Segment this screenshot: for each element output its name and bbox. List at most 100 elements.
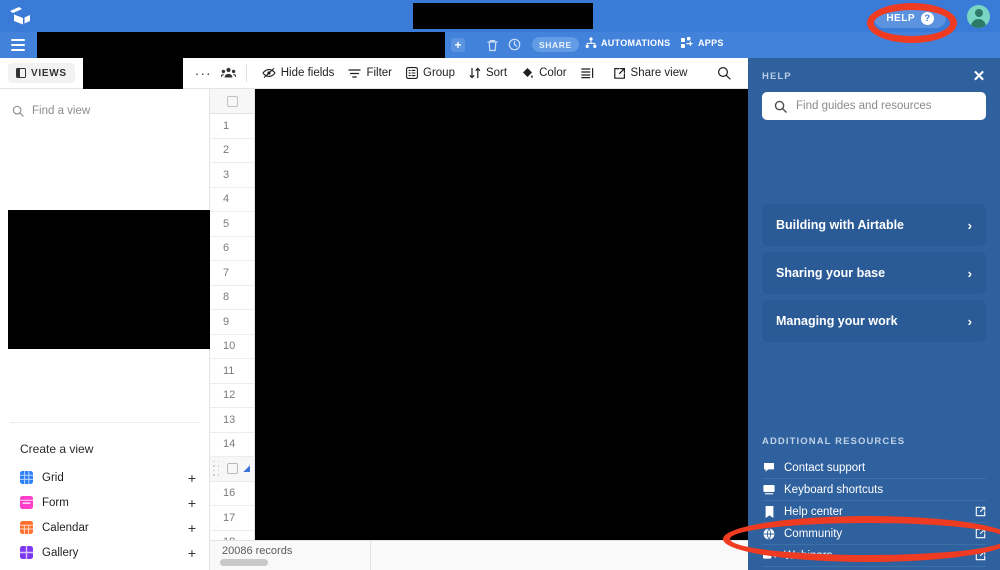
table-row-hovered[interactable] xyxy=(210,457,255,482)
table-row[interactable]: 10 xyxy=(210,334,255,359)
create-view-kanban[interactable]: Kanban + xyxy=(0,565,210,570)
views-sidebar: Find a view Create a view Grid + Form + xyxy=(0,89,210,570)
help-search-placeholder: Find guides and resources xyxy=(796,100,932,112)
row-checkbox[interactable] xyxy=(227,463,238,475)
row-number: 10 xyxy=(223,340,236,353)
table-row[interactable]: 11 xyxy=(210,359,255,384)
avatar-head xyxy=(974,9,983,17)
table-row[interactable]: 17 xyxy=(210,506,255,531)
row-number: 8 xyxy=(223,291,230,304)
table-row[interactable]: 9 xyxy=(210,310,255,335)
row-number: 5 xyxy=(223,217,230,230)
filter-button[interactable]: Filter xyxy=(341,62,399,84)
share-view-icon xyxy=(613,67,625,79)
sort-button[interactable]: Sort xyxy=(462,62,514,84)
help-resource-contact-support[interactable]: Contact support xyxy=(762,457,986,479)
find-view-input[interactable]: Find a view xyxy=(0,97,209,125)
row-number: 2 xyxy=(223,144,230,157)
find-view-placeholder: Find a view xyxy=(32,105,91,117)
filter-label: Filter xyxy=(366,67,392,79)
help-resource-label: Webinars xyxy=(784,549,833,562)
external-link-icon xyxy=(974,550,986,561)
table-row[interactable]: 12 xyxy=(210,383,255,408)
create-view-calendar[interactable]: Calendar + xyxy=(0,515,210,540)
close-icon[interactable]: ✕ xyxy=(970,67,988,85)
table-row[interactable]: 7 xyxy=(210,261,255,286)
search-icon xyxy=(774,100,787,113)
add-gallery-view-button[interactable]: + xyxy=(188,546,196,560)
table-row[interactable]: 1 xyxy=(210,114,255,139)
help-resource-help-center[interactable]: Help center xyxy=(762,501,986,523)
table-row[interactable]: 2 xyxy=(210,138,255,163)
add-form-view-button[interactable]: + xyxy=(188,496,196,510)
drag-handle-icon[interactable] xyxy=(213,460,222,477)
row-number: 16 xyxy=(223,487,236,500)
apps-button[interactable]: APPS xyxy=(681,37,724,49)
select-all-checkbox[interactable] xyxy=(210,89,255,114)
help-resource-label: Community xyxy=(784,527,843,540)
group-button[interactable]: Group xyxy=(399,62,462,84)
color-button[interactable]: Color xyxy=(514,62,573,84)
table-row[interactable]: 14 xyxy=(210,432,255,457)
views-panel-icon xyxy=(16,68,26,78)
airtable-logo-icon[interactable] xyxy=(8,5,32,27)
avatar-body xyxy=(971,19,986,28)
view-toolbar: VIEWS ··· Hide fields Filter Group Sort … xyxy=(0,57,748,89)
history-clock-icon[interactable] xyxy=(508,38,521,51)
group-label: Group xyxy=(423,67,455,79)
row-number: 4 xyxy=(223,193,230,206)
expand-record-icon[interactable] xyxy=(243,465,250,473)
help-resource-webinars[interactable]: Webinars xyxy=(762,545,986,567)
row-height-button[interactable] xyxy=(574,62,606,84)
collaborators-icon[interactable] xyxy=(220,64,238,82)
table-row[interactable]: 6 xyxy=(210,236,255,261)
help-search-input[interactable]: Find guides and resources xyxy=(762,92,986,120)
grid-footer: 20086 records xyxy=(210,540,748,570)
automations-button[interactable]: AUTOMATIONS xyxy=(585,37,670,49)
help-resource-community[interactable]: Community xyxy=(762,523,986,545)
table-row[interactable]: 4 xyxy=(210,187,255,212)
hamburger-menu-icon[interactable] xyxy=(11,39,25,51)
filter-icon xyxy=(348,68,362,78)
help-resource-keyboard-shortcuts[interactable]: Keyboard shortcuts xyxy=(762,479,986,501)
automations-label: AUTOMATIONS xyxy=(601,38,671,48)
create-view-form[interactable]: Form + xyxy=(0,490,210,515)
add-grid-view-button[interactable]: + xyxy=(188,471,196,485)
help-card-label: Building with Airtable xyxy=(776,218,905,232)
table-row[interactable]: 13 xyxy=(210,408,255,433)
help-button-label: HELP xyxy=(886,12,915,24)
add-table-button[interactable]: + xyxy=(451,38,465,52)
row-number: 11 xyxy=(223,364,235,377)
table-row[interactable]: 8 xyxy=(210,285,255,310)
search-button[interactable] xyxy=(710,62,738,84)
chevron-right-icon: › xyxy=(967,313,972,329)
search-icon xyxy=(717,66,731,80)
help-card-managing-your-work[interactable]: Managing your work › xyxy=(762,300,986,342)
horizontal-scrollbar[interactable] xyxy=(220,559,268,566)
view-more-options-button[interactable]: ··· xyxy=(189,66,218,80)
grid-view-label: Grid xyxy=(42,471,64,484)
trash-icon[interactable] xyxy=(487,38,498,52)
share-button[interactable]: SHARE xyxy=(532,37,579,52)
views-toggle-button[interactable]: VIEWS xyxy=(8,63,75,83)
field-headers-redacted xyxy=(255,89,748,114)
create-view-gallery[interactable]: Gallery + xyxy=(0,540,210,565)
table-row[interactable]: 5 xyxy=(210,212,255,237)
chat-bubble-icon xyxy=(762,462,776,473)
sort-label: Sort xyxy=(485,67,508,79)
add-calendar-view-button[interactable]: + xyxy=(188,521,196,535)
additional-resources-heading: ADDITIONAL RESOURCES xyxy=(762,436,906,447)
external-link-icon xyxy=(974,528,986,539)
help-card-building-with-airtable[interactable]: Building with Airtable › xyxy=(762,204,986,246)
additional-resources-list: Contact support Keyboard shortcuts Help ce… xyxy=(762,457,986,570)
share-view-button[interactable]: Share view xyxy=(606,62,695,84)
table-row[interactable]: 3 xyxy=(210,163,255,188)
avatar[interactable] xyxy=(967,5,990,28)
table-row[interactable]: 16 xyxy=(210,481,255,506)
help-card-sharing-your-base[interactable]: Sharing your base › xyxy=(762,252,986,294)
hide-fields-button[interactable]: Hide fields xyxy=(255,62,342,84)
current-view-name-redacted[interactable] xyxy=(82,57,183,89)
form-view-icon xyxy=(20,496,33,509)
create-view-grid[interactable]: Grid + xyxy=(0,465,210,490)
help-button[interactable]: HELP ? xyxy=(874,8,946,28)
